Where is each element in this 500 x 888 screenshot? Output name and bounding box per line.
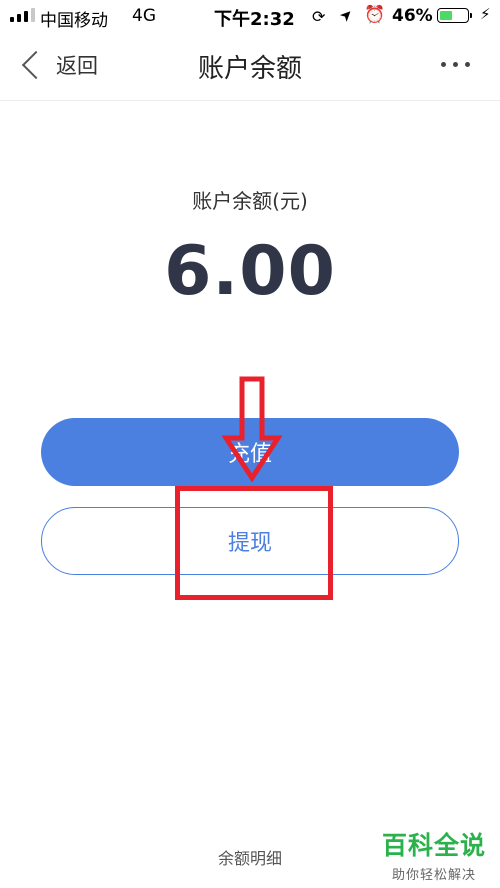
status-time: 下午2:32 [214,9,295,30]
rotation-lock-icon: ⟳ [312,7,326,26]
watermark-logo: 百科全说 助你轻松解决 [374,826,494,883]
nav-bar: 返回 账户余额 [0,34,500,101]
watermark-brand: 百科全说 [381,831,486,860]
alarm-icon: ⏰ [364,5,386,25]
carrier-name: 中国移动 [40,11,108,31]
status-bar: 中国移动 4G 下午2:32 ⟳ ➤ ⏰ 46% ⚡ [0,0,500,34]
recharge-button[interactable]: 充值 [41,418,459,486]
watermark-slogan: 助你轻松解决 [391,868,476,883]
balance-amount: 6.00 [164,232,336,311]
network-type: 4G [132,6,156,26]
battery-icon [437,8,472,23]
more-dot-icon [441,62,446,67]
signal-icon [10,8,35,22]
battery-percent: 46% [392,6,433,26]
more-button[interactable] [441,62,470,67]
balance-label: 账户余额(元) [192,189,308,213]
charging-icon: ⚡ [480,5,491,23]
page-title: 账户余额 [197,54,302,84]
location-icon: ➤ [335,4,358,26]
more-dot-icon [453,62,458,67]
more-dot-icon [465,62,470,67]
withdraw-button[interactable]: 提现 [41,507,459,575]
